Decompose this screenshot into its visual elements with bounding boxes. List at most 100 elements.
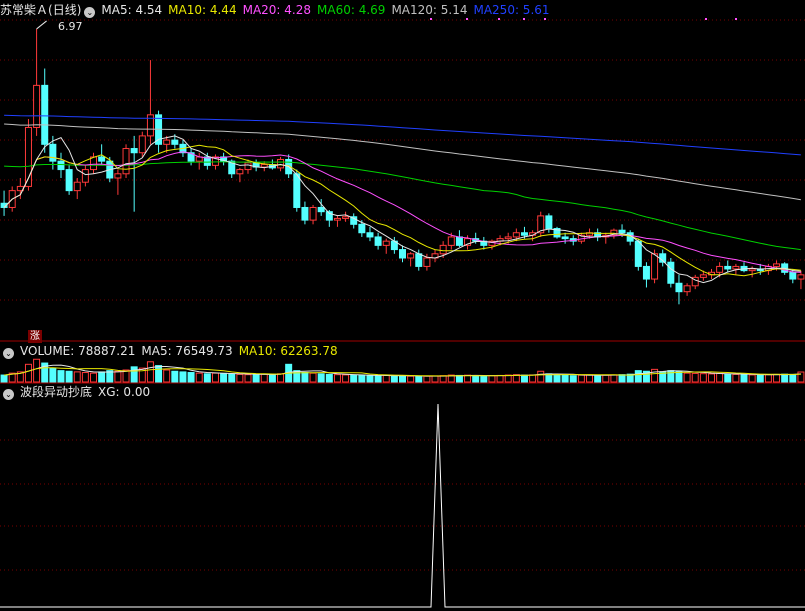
candle-body bbox=[667, 261, 675, 284]
volume-bar bbox=[748, 374, 756, 383]
volume-bar bbox=[431, 375, 439, 383]
candle-body bbox=[724, 265, 732, 270]
volume-bar bbox=[98, 371, 106, 383]
volume-bar bbox=[577, 374, 585, 383]
candle-body bbox=[49, 143, 57, 162]
candle-body bbox=[561, 236, 569, 240]
chevron-down-icon[interactable]: ⌄ bbox=[3, 389, 14, 400]
candle-body bbox=[90, 156, 98, 171]
volume-bar bbox=[333, 374, 341, 383]
legend-label: MA20: 4.28 bbox=[242, 3, 312, 17]
indicator-header: ⌄ 波段异动抄底 XG: 0.00 bbox=[0, 384, 162, 400]
volume-bar bbox=[586, 374, 594, 383]
indicator-name: 波段异动抄底 bbox=[20, 385, 93, 399]
candle-body bbox=[333, 217, 341, 221]
volume-bar bbox=[773, 373, 781, 383]
volume-bar bbox=[569, 375, 577, 383]
candle-body bbox=[512, 232, 520, 238]
event-marker bbox=[430, 18, 432, 20]
legend-label: VOLUME: 78887.21 bbox=[20, 344, 136, 358]
volume-bar bbox=[724, 373, 732, 383]
legend-label: XG: 0.00 bbox=[98, 385, 151, 399]
volume-bar bbox=[277, 373, 285, 383]
candle-body bbox=[773, 263, 781, 267]
candle-body bbox=[317, 206, 325, 213]
volume-bar bbox=[0, 374, 8, 383]
candle-body bbox=[407, 253, 415, 259]
candle-body bbox=[520, 232, 528, 236]
volume-bar bbox=[732, 373, 740, 383]
volume-bar bbox=[325, 373, 333, 383]
candle-body bbox=[98, 156, 106, 162]
candle-body bbox=[277, 158, 285, 169]
volume-bar bbox=[155, 365, 163, 383]
volume-bar bbox=[244, 374, 252, 383]
volume-bar bbox=[651, 368, 659, 383]
candle-body bbox=[244, 162, 252, 171]
volume-bar bbox=[114, 370, 122, 383]
candle-body bbox=[618, 229, 626, 234]
volume-bar bbox=[163, 369, 171, 383]
candle-body bbox=[748, 268, 756, 272]
legend-label: MA10: 4.44 bbox=[168, 3, 237, 17]
candle-body bbox=[114, 173, 122, 179]
volume-legend: VOLUME: 78887.21 MA5: 76549.73 MA10: 62263… bbox=[20, 344, 344, 358]
chevron-down-icon[interactable]: ⌄ bbox=[84, 7, 96, 18]
volume-bar bbox=[90, 372, 98, 383]
candle-body bbox=[301, 206, 309, 221]
ma-legend: MA5: 4.54 MA10: 4.44 MA20: 4.28 MA60: 4.69 M… bbox=[101, 3, 555, 17]
volume-bar bbox=[716, 372, 724, 383]
volume-bar bbox=[390, 375, 398, 383]
candle-body bbox=[683, 285, 691, 293]
volume-bar bbox=[691, 372, 699, 383]
indicator-legend: XG: 0.00 bbox=[98, 385, 156, 399]
candle-body bbox=[309, 206, 317, 221]
volume-bar bbox=[488, 375, 496, 383]
main-header: 苏常柴Ａ(日线) ⌄ MA5: 4.54 MA10: 4.44 MA20: 4.28 MA… bbox=[0, 2, 562, 18]
volume-bar bbox=[24, 363, 32, 383]
volume-bar bbox=[399, 375, 406, 383]
legend-label: MA60: 4.69 bbox=[317, 3, 386, 17]
candle-body bbox=[138, 135, 146, 154]
candle-body bbox=[358, 223, 366, 234]
chevron-down-icon[interactable]: ⌄ bbox=[3, 348, 14, 359]
candle-body bbox=[634, 240, 642, 267]
volume-bar bbox=[358, 374, 366, 383]
candle-body bbox=[545, 215, 553, 230]
rise-badge[interactable]: 涨 bbox=[28, 330, 42, 343]
volume-bar bbox=[602, 374, 610, 383]
period-label: (日线) bbox=[48, 3, 82, 17]
volume-bar bbox=[171, 370, 179, 383]
candle-body bbox=[415, 253, 423, 267]
volume-bar bbox=[553, 374, 561, 383]
volume-bar bbox=[423, 375, 431, 383]
volume-bar bbox=[203, 373, 211, 383]
volume-bar bbox=[293, 370, 301, 383]
volume-bar bbox=[699, 373, 707, 383]
candle-body bbox=[163, 139, 171, 145]
volume-bar bbox=[683, 372, 691, 383]
candle-body bbox=[260, 164, 268, 168]
candle-body bbox=[65, 169, 73, 192]
volume-bar bbox=[537, 370, 545, 383]
legend-label: MA10: 62263.78 bbox=[238, 344, 338, 358]
volume-bar bbox=[301, 372, 309, 383]
volume-bar bbox=[146, 361, 154, 383]
volume-bar bbox=[740, 374, 748, 383]
candle-body bbox=[399, 249, 406, 259]
candle-body bbox=[504, 236, 512, 240]
volume-bar bbox=[220, 372, 228, 383]
candle-body bbox=[130, 148, 138, 154]
candle-body bbox=[342, 216, 350, 219]
volume-bar bbox=[342, 374, 350, 383]
candle-body bbox=[439, 244, 447, 255]
legend-label: MA120: 5.14 bbox=[391, 3, 468, 17]
event-marker bbox=[523, 18, 525, 20]
volume-bar bbox=[366, 375, 374, 383]
event-marker bbox=[466, 18, 468, 20]
kline-chart[interactable] bbox=[0, 0, 805, 611]
candle-body bbox=[41, 84, 49, 145]
candle-body bbox=[81, 169, 89, 183]
volume-bar bbox=[317, 373, 325, 383]
candle-body bbox=[423, 257, 431, 267]
